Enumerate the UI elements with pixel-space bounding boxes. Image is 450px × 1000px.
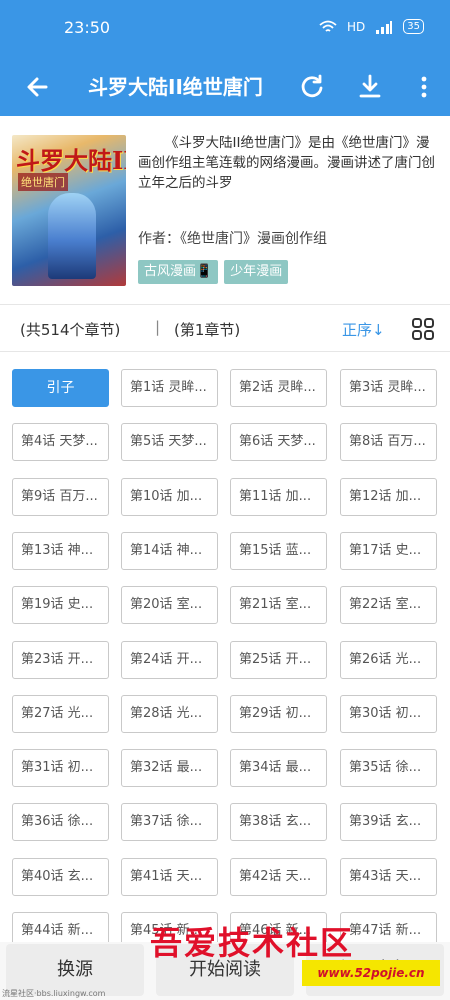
chapter-button[interactable]: 第37话 徐... [121, 803, 218, 842]
footer-source: 流星社区·bbs.liuxingw.com [2, 989, 106, 998]
chapter-button[interactable]: 第17话 史... [340, 531, 437, 570]
chapter-bar: (共514个章节) | (第1章节) 正序↓ [0, 306, 450, 352]
chapter-button[interactable]: 第25话 开... [230, 640, 327, 679]
chapter-button[interactable]: 第36话 徐... [12, 803, 109, 842]
page-title: 斗罗大陆II绝世唐门 [88, 75, 263, 99]
chapter-grid: 引子 第1话 灵眸... 第2话 灵眸... 第3话 灵眸... 第4话 天梦... 第5… [0, 352, 450, 956]
sort-order-button[interactable]: 正序↓ [342, 319, 385, 340]
chapter-button[interactable]: 第11话 加... [230, 477, 327, 516]
chapter-button[interactable]: 第42话 天... [230, 857, 327, 896]
more-vert-icon[interactable] [406, 69, 442, 105]
cover-title: 斗罗大陆II [16, 146, 126, 175]
chapter-button[interactable]: 第6话 天梦... [230, 423, 327, 462]
book-info: 斗罗大陆II 绝世唐门 《斗罗大陆II绝世唐门》是由《绝世唐门》漫画创作组主笔连… [0, 116, 450, 304]
chapter-button[interactable]: 第10话 加... [121, 477, 218, 516]
tag-audience[interactable]: 少年漫画 [224, 260, 289, 284]
chapter-button[interactable]: 第8话 百万... [340, 423, 437, 462]
book-description: 《斗罗大陆II绝世唐门》是由《绝世唐门》漫画创作组主笔连载的网络漫画。漫画讲述了… [138, 135, 435, 191]
watermark-text: 吾爱技术社区 [150, 924, 355, 962]
chapter-separator: | [155, 318, 161, 336]
status-icons: HD 35 [319, 19, 424, 34]
chapter-button[interactable]: 第29话 初... [230, 694, 327, 733]
status-bar: 23:50 HD 35 [0, 0, 450, 58]
chapter-button[interactable]: 第20话 室... [121, 586, 218, 625]
chapter-button[interactable]: 第4话 天梦... [12, 423, 109, 462]
current-chapter[interactable]: (第1章节) [174, 319, 240, 340]
refresh-icon[interactable] [294, 69, 330, 105]
chapter-button[interactable]: 第31话 初... [12, 749, 109, 788]
grid-view-icon[interactable] [408, 314, 438, 344]
wifi-icon [319, 20, 337, 32]
chapter-count: (共514个章节) [20, 321, 121, 339]
chapter-button[interactable]: 引子 [12, 369, 109, 407]
toolbar: 斗罗大陆II绝世唐门 [0, 58, 450, 116]
chapter-button[interactable]: 第13话 神... [12, 531, 109, 570]
signal-icon [376, 20, 393, 34]
chapter-button[interactable]: 第5话 天梦... [121, 423, 218, 462]
book-tags: 古风漫画📱 少年漫画 [138, 260, 289, 284]
chapter-button[interactable]: 第39话 玄... [340, 803, 437, 842]
chapter-button[interactable]: 第1话 灵眸... [121, 369, 218, 407]
chapter-button[interactable]: 第34话 最... [230, 749, 327, 788]
chapter-button[interactable]: 第14话 神... [121, 531, 218, 570]
book-author: 作者：《绝世唐门》漫画创作组 [138, 231, 327, 247]
chapter-button[interactable]: 第9话 百万... [12, 477, 109, 516]
chapter-button[interactable]: 第22话 室... [340, 586, 437, 625]
battery-icon: 35 [403, 19, 424, 34]
chapter-button[interactable]: 第24话 开... [121, 640, 218, 679]
chapter-button[interactable]: 第19话 史... [12, 586, 109, 625]
chapter-button[interactable]: 第27话 光... [12, 694, 109, 733]
chapter-button[interactable]: 第21话 室... [230, 586, 327, 625]
chapter-button[interactable]: 第32话 最... [121, 749, 218, 788]
cover-subtitle: 绝世唐门 [18, 173, 68, 191]
chapter-button[interactable]: 第38话 玄... [230, 803, 327, 842]
chapter-button[interactable]: 第12话 加... [340, 477, 437, 516]
tag-genre[interactable]: 古风漫画📱 [138, 260, 219, 284]
chapter-button[interactable]: 第35话 徐... [340, 749, 437, 788]
status-time: 23:50 [64, 18, 111, 37]
chapter-button[interactable]: 第2话 灵眸... [230, 369, 327, 407]
download-icon[interactable] [352, 69, 388, 105]
chapter-button[interactable]: 第43话 天... [340, 857, 437, 896]
network-label: HD [347, 19, 366, 34]
back-arrow-icon[interactable] [20, 69, 56, 105]
chapter-button[interactable]: 第26话 光... [340, 640, 437, 679]
chapter-button[interactable]: 第40话 玄... [12, 857, 109, 896]
cover-character [48, 193, 96, 279]
book-cover[interactable]: 斗罗大陆II 绝世唐门 [12, 135, 126, 286]
chapter-button[interactable]: 第30话 初... [340, 694, 437, 733]
chapter-button[interactable]: 第15话 蓝... [230, 531, 327, 570]
chapter-button[interactable]: 第23话 开... [12, 640, 109, 679]
divider [0, 304, 450, 305]
watermark-url: www.52pojie.cn [302, 960, 440, 986]
chapter-button[interactable]: 第28话 光... [121, 694, 218, 733]
chapter-button[interactable]: 第3话 灵眸... [340, 369, 437, 407]
chapter-button[interactable]: 第41话 天... [121, 857, 218, 896]
